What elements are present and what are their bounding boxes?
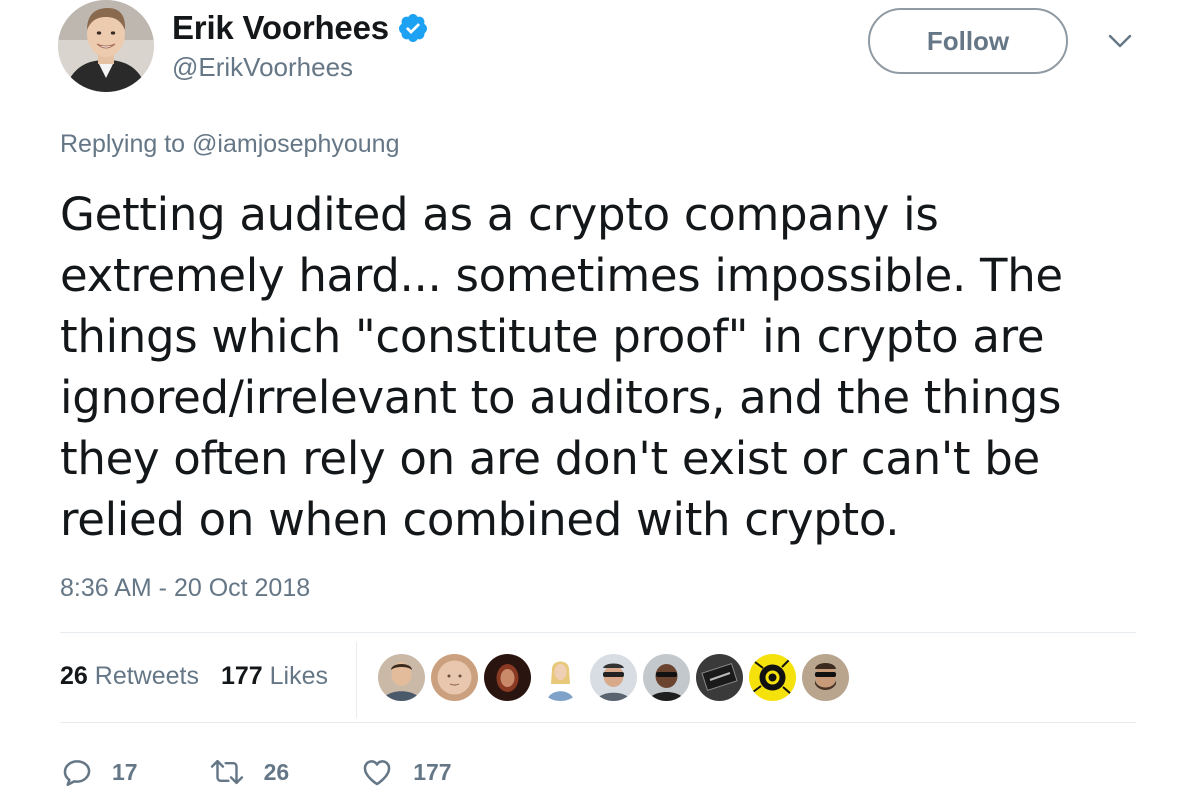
display-name[interactable]: Erik Voorhees	[172, 9, 389, 47]
liker-avatar-2[interactable]	[431, 654, 478, 701]
reply-mention-link[interactable]: @iamjosephyoung	[192, 130, 399, 158]
retweet-action[interactable]: 26	[208, 755, 290, 789]
reply-icon	[63, 760, 91, 787]
liker-avatar-7[interactable]	[696, 654, 743, 701]
user-handle[interactable]: @ErikVoorhees	[172, 52, 353, 83]
liker-avatar-3[interactable]	[484, 654, 531, 701]
liker-avatar-9[interactable]	[802, 654, 849, 701]
like-action[interactable]: 177	[359, 755, 452, 789]
liker-avatar-6[interactable]	[643, 654, 690, 701]
chevron-down-icon[interactable]	[1106, 30, 1134, 52]
reply-context-prefix: Replying to	[60, 130, 186, 158]
retweets-count: 26	[60, 662, 88, 690]
likes-count: 177	[220, 662, 263, 690]
reply-count: 17	[112, 758, 138, 785]
verified-badge-icon	[398, 14, 427, 42]
retweet-icon	[210, 759, 243, 785]
retweet-count: 26	[263, 758, 290, 785]
liker-avatar-4[interactable]	[537, 654, 584, 701]
liker-avatar-8[interactable]	[749, 654, 796, 701]
follow-button[interactable]: Follow	[868, 8, 1068, 74]
tweet-text: Getting audited as a crypto company is e…	[60, 188, 1063, 546]
divider	[60, 722, 1136, 723]
liker-avatar-5[interactable]	[590, 654, 637, 701]
user-avatar[interactable]	[58, 0, 154, 92]
tweet-timestamp[interactable]: 8:36 AM - 20 Oct 2018	[60, 574, 310, 603]
heart-icon	[363, 760, 391, 786]
user-name-row[interactable]: Erik Voorhees	[172, 4, 429, 52]
likes-label: Likes	[269, 662, 329, 690]
stats-divider	[356, 642, 357, 718]
retweets-stat[interactable]: 26 Retweets	[60, 662, 199, 691]
liker-avatar-1[interactable]	[378, 654, 425, 701]
tweet-stats: 26 Retweets 177 Likes	[60, 662, 328, 691]
divider	[60, 632, 1136, 633]
likes-stat[interactable]: 177 Likes	[221, 662, 328, 691]
tweet-card: Erik Voorhees @ErikVoorhees Follow Reply…	[0, 0, 1200, 808]
reply-context: Replying to @iamjosephyoung	[60, 130, 399, 159]
like-count: 177	[413, 758, 452, 785]
tweet-actions: 17 26 177	[60, 752, 522, 792]
liker-avatars	[378, 654, 849, 701]
retweets-label: Retweets	[94, 662, 199, 690]
reply-action[interactable]: 17	[60, 755, 138, 789]
